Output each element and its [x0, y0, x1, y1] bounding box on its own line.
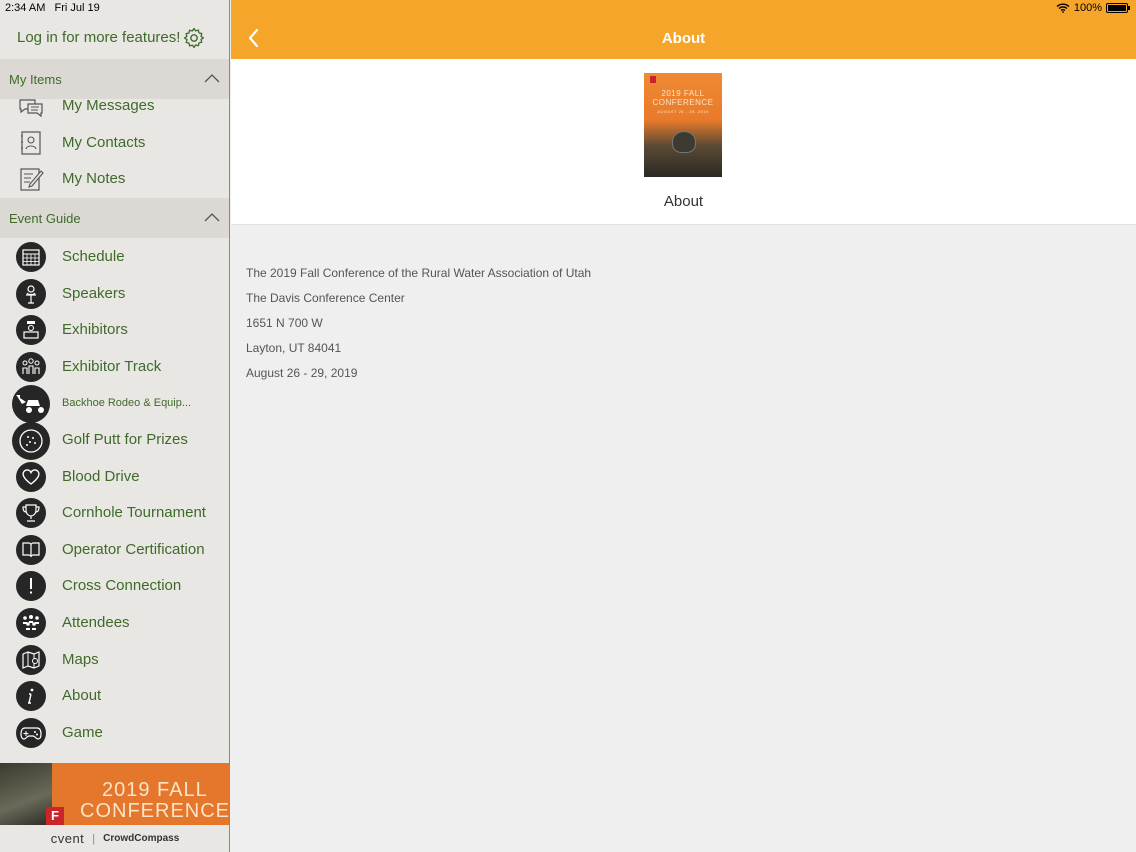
sidebar-item-label: Maps [62, 651, 99, 668]
status-date: Fri Jul 19 [54, 2, 100, 14]
map-icon [16, 645, 46, 675]
sidebar-item-schedule[interactable]: Schedule [0, 239, 229, 275]
battery-percent: 100% [1073, 2, 1102, 14]
info-icon [16, 681, 46, 711]
people-icon [16, 352, 46, 382]
sidebar-item-operator-certification[interactable]: Operator Certification [0, 532, 229, 568]
sidebar-item-label: Golf Putt for Prizes [62, 431, 188, 448]
login-row[interactable]: Log in for more features! [0, 20, 229, 58]
footer-separator: | [92, 832, 96, 845]
thumbnail-line2: CONFERENCE [652, 98, 714, 107]
section-title: My Items [9, 72, 62, 87]
sidebar-item-my-messages[interactable]: My Messages [0, 88, 229, 124]
sidebar: 2:34 AM Fri Jul 19 Log in for more featu… [0, 0, 230, 852]
sidebar-item-label: Operator Certification [62, 541, 205, 558]
banner-photo [0, 763, 52, 825]
status-indicators: 100% [1056, 2, 1130, 14]
footer-brands: cvent | CrowdCompass [0, 825, 229, 852]
wifi-icon [1056, 3, 1070, 13]
detail-line: August 26 - 29, 2019 [246, 366, 358, 380]
thumbnail-line1: 2019 FALL [661, 89, 705, 98]
sidebar-item-label: About [62, 687, 102, 704]
sidebar-item-label: Game [62, 724, 103, 741]
detail-line: Layton, UT 84041 [246, 341, 342, 355]
golf-ball-icon [12, 422, 50, 460]
backhoe-icon [12, 385, 50, 423]
thumbnail-photo [672, 131, 696, 153]
sidebar-item-my-notes[interactable]: My Notes [0, 161, 229, 197]
sidebar-item-game[interactable]: Game [0, 715, 229, 751]
sidebar-item-label: My Messages [62, 97, 155, 114]
sidebar-item-label: My Contacts [62, 134, 146, 151]
sidebar-item-cross-connection[interactable]: Cross Connection [0, 568, 229, 604]
sidebar-item-label: Cornhole Tournament [62, 504, 206, 521]
sidebar-item-label: Exhibitor Track [62, 358, 162, 375]
group-icon [16, 608, 46, 638]
exclamation-icon [16, 571, 46, 601]
status-clock: 2:34 AM [5, 2, 46, 14]
sidebar-item-attendees[interactable]: Attendees [0, 605, 229, 641]
detail-line: The Davis Conference Center [246, 291, 405, 305]
gear-icon[interactable] [182, 26, 206, 50]
gamepad-icon [16, 718, 46, 748]
conference-thumbnail: 2019 FALL CONFERENCE AUGUST 26 - 29, 201… [644, 73, 722, 177]
exhibitor-icon [16, 315, 46, 345]
crowdcompass-logo: CrowdCompass [103, 833, 180, 844]
about-label: About [663, 193, 704, 210]
battery-icon [1106, 3, 1130, 13]
sidebar-item-label: Exhibitors [62, 321, 128, 338]
sidebar-item-about[interactable]: About [0, 678, 229, 714]
notes-icon [20, 168, 44, 191]
sidebar-item-label: Attendees [62, 614, 130, 631]
association-logo: F [46, 807, 64, 825]
sidebar-item-label: Schedule [62, 248, 125, 265]
banner-line1: 2019 FALL [102, 779, 208, 801]
thumbnail-logo [650, 76, 656, 83]
trophy-icon [16, 498, 46, 528]
chevron-up-icon[interactable] [204, 212, 220, 222]
detail-line: 1651 N 700 W [246, 316, 323, 330]
sidebar-item-label: My Notes [62, 170, 126, 187]
page-title: About [661, 30, 706, 47]
speaker-icon [16, 279, 46, 309]
sidebar-item-label: Speakers [62, 285, 126, 302]
cvent-logo: cvent [50, 831, 85, 846]
banner-line2: CONFERENCE [80, 800, 230, 822]
thumbnail-line3: AUGUST 26 - 29, 2019 [657, 109, 709, 114]
heart-icon [16, 462, 46, 492]
sidebar-item-blood-drive[interactable]: Blood Drive [0, 459, 229, 495]
sidebar-item-label: Backhoe Rodeo & Equip... [62, 397, 192, 409]
status-time: 2:34 AM Fri Jul 19 [5, 2, 100, 14]
about-header: 2019 FALL CONFERENCE AUGUST 26 - 29, 201… [231, 59, 1136, 225]
sidebar-item-exhibitor-track[interactable]: Exhibitor Track [0, 349, 229, 385]
nav-bar: About 100% [231, 0, 1136, 59]
detail-line: The 2019 Fall Conference of the Rural Wa… [246, 266, 592, 280]
book-icon [16, 535, 46, 565]
sidebar-item-cornhole[interactable]: Cornhole Tournament [0, 495, 229, 531]
section-title: Event Guide [9, 211, 81, 226]
section-header-event-guide[interactable]: Event Guide [0, 198, 229, 238]
sidebar-item-golf-putt[interactable]: Golf Putt for Prizes [0, 422, 229, 460]
sidebar-item-speakers[interactable]: Speakers [0, 276, 229, 312]
sidebar-item-exhibitors[interactable]: Exhibitors [0, 312, 229, 348]
chevron-up-icon[interactable] [204, 73, 220, 83]
sidebar-item-maps[interactable]: Maps [0, 642, 229, 678]
contacts-icon [21, 131, 41, 155]
main-panel: About 100% 2019 FALL CONFERENCE AUGUST 2… [231, 0, 1136, 852]
messages-icon [19, 99, 43, 118]
login-link[interactable]: Log in for more features! [17, 29, 180, 46]
sidebar-item-my-contacts[interactable]: My Contacts [0, 125, 229, 161]
about-details: The 2019 Fall Conference of the Rural Wa… [246, 266, 591, 391]
sidebar-item-backhoe-rodeo[interactable]: Backhoe Rodeo & Equip... [0, 385, 229, 423]
sidebar-item-label: Cross Connection [62, 577, 182, 594]
sidebar-item-label: Blood Drive [62, 468, 140, 485]
conference-banner[interactable]: F 2019 FALL CONFERENCE [0, 763, 230, 825]
calendar-icon [16, 242, 46, 272]
